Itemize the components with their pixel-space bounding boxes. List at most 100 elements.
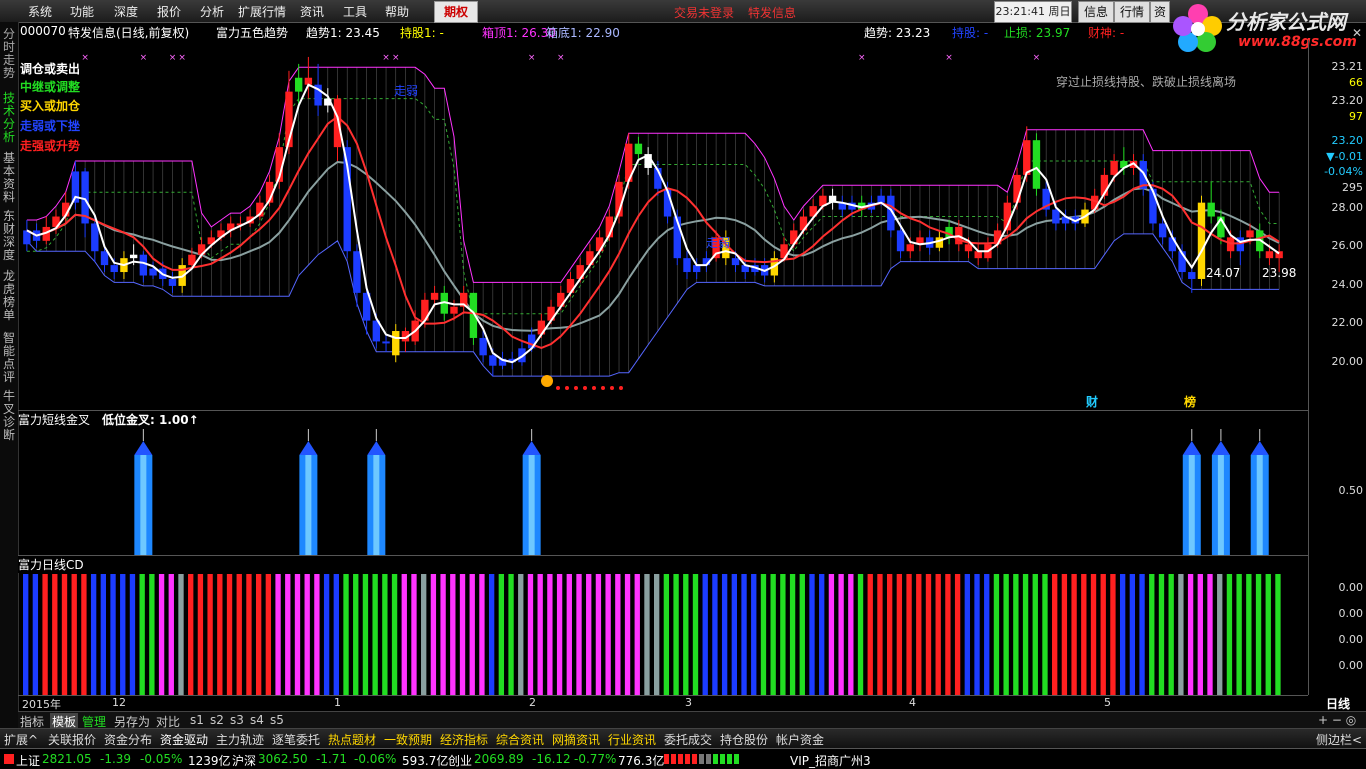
finance-marker[interactable]: 财 <box>1086 393 1098 410</box>
func-related-quotes[interactable]: 关联报价 <box>48 731 96 748</box>
cd-bar <box>479 574 485 696</box>
cd-bar <box>712 574 718 696</box>
cross-marker: × <box>169 53 177 63</box>
cross-marker: × <box>528 53 536 63</box>
cd-bar <box>780 574 786 696</box>
sidebar-tab-intraday[interactable]: 分时走势 <box>1 28 17 80</box>
sidebar-toggle[interactable]: 侧边栏< <box>1316 731 1362 748</box>
candle-body <box>1013 174 1021 203</box>
golden-cross-arrow <box>1250 441 1269 455</box>
func-positions[interactable]: 持仓股份 <box>720 731 768 748</box>
func-main-track[interactable]: 主力轨迹 <box>216 731 264 748</box>
tab-s2[interactable]: s2 <box>210 713 224 727</box>
cy-label[interactable]: 创业 <box>448 752 472 769</box>
candle-body <box>382 341 390 344</box>
indicator-name[interactable]: 富力五色趋势 <box>216 24 288 41</box>
golden-cross-arrow <box>1182 441 1201 455</box>
func-account-funds[interactable]: 帐户资金 <box>776 731 824 748</box>
price-tag-23: 23.98 <box>1262 266 1297 280</box>
main-price-chart[interactable]: × × × × × × × × × × × 调仓或卖出 中继或调整 买入或加仓 走弱或下挫 走强或升… <box>18 40 1308 410</box>
func-order-tick[interactable]: 逐笔委托 <box>272 731 320 748</box>
cd-bar <box>751 574 757 696</box>
func-industry-news[interactable]: 行业资讯 <box>608 731 656 748</box>
short-golden-cross-panel[interactable]: 富力短线金叉 低位金叉: 1.00↑ <box>18 410 1308 556</box>
trade-login-notice[interactable]: 交易未登录 <box>674 4 734 21</box>
candle-body <box>1168 237 1177 252</box>
candle-body <box>1052 209 1060 224</box>
cd-bar <box>314 574 320 696</box>
golden-cross-svg[interactable] <box>18 411 1308 556</box>
cy-amount: 776.3亿 <box>618 754 665 768</box>
sidebar-tab-fundamentals[interactable]: 基本资料 <box>1 152 17 204</box>
sub2-title[interactable]: 富力日线CD <box>18 556 84 573</box>
tab-s4[interactable]: s4 <box>250 713 264 727</box>
func-consensus[interactable]: 一致预期 <box>384 731 432 748</box>
sh-index-square-icon <box>4 754 14 764</box>
tab-s5[interactable]: s5 <box>270 713 284 727</box>
close-icon[interactable]: ✕ <box>1352 26 1362 40</box>
time-axis: 2015年 12 1 2 3 4 5 <box>18 695 1308 712</box>
ranking-marker[interactable]: 榜 <box>1184 393 1196 410</box>
tab-s3[interactable]: s3 <box>230 713 244 727</box>
func-expand[interactable]: 扩展^ <box>4 731 38 748</box>
daily-cd-svg[interactable] <box>18 556 1308 696</box>
golden-cross-bar <box>367 429 386 555</box>
menu-item-depth[interactable]: 深度 <box>114 3 138 20</box>
box-bottom-line <box>26 233 1280 377</box>
zoom-controls[interactable]: + − ◎ <box>1318 713 1356 727</box>
cd-bar <box>984 574 990 696</box>
axis-tick-20: 20.00 <box>1331 355 1364 368</box>
tab-s1[interactable]: s1 <box>190 713 204 727</box>
func-economic-indicators[interactable]: 经济指标 <box>440 731 488 748</box>
menu-item-analysis[interactable]: 分析 <box>200 3 224 20</box>
golden-cross-bar-highlight <box>1188 455 1195 555</box>
cd-bar <box>129 574 136 696</box>
menu-item-system[interactable]: 系统 <box>28 3 52 20</box>
cd-bar <box>333 574 339 696</box>
cd-bar <box>615 574 621 696</box>
cd-bar <box>32 574 39 696</box>
func-general-news[interactable]: 综合资讯 <box>496 731 544 748</box>
cd-bar <box>595 574 602 696</box>
func-capital-distribution[interactable]: 资金分布 <box>104 731 152 748</box>
cd-bar <box>236 574 242 696</box>
cd-bar <box>178 574 184 696</box>
sidebar-tab-dragon-tiger[interactable]: 龙虎榜单 <box>1 270 17 322</box>
menu-item-function[interactable]: 功能 <box>70 3 94 20</box>
menu-item-news[interactable]: 资讯 <box>300 3 324 20</box>
broker-server[interactable]: VIP_招商广州3 <box>790 752 871 769</box>
cd-bar <box>1207 574 1213 696</box>
menu-item-quote[interactable]: 报价 <box>157 3 181 20</box>
period-label[interactable]: 日线 <box>1326 695 1350 712</box>
cd-bar <box>1061 574 1068 696</box>
menu-item-extended-market[interactable]: 扩展行情 <box>238 3 286 20</box>
menu-item-help[interactable]: 帮助 <box>385 3 409 20</box>
func-capital-drive[interactable]: 资金驱动 <box>160 731 208 748</box>
sidebar-tab-technical[interactable]: 技术分析 <box>1 92 17 144</box>
func-orders[interactable]: 委托成交 <box>664 731 712 748</box>
option-tab[interactable]: 期权 <box>434 1 478 23</box>
menu-item-tools[interactable]: 工具 <box>343 3 367 20</box>
sub1-title[interactable]: 富力短线金叉 <box>18 411 90 428</box>
hs-label[interactable]: 沪深 <box>232 752 256 769</box>
cd-bar <box>527 574 534 696</box>
sh-label[interactable]: 上证 <box>16 752 40 769</box>
sidebar-tab-eastmoney-depth[interactable]: 东财深度 <box>1 210 17 262</box>
candlestick-svg[interactable]: × × × × × × × × × × × <box>18 40 1308 410</box>
sidebar-tab-smart-review[interactable]: 智能点评 <box>1 332 17 384</box>
func-hot-topics[interactable]: 热点题材 <box>328 731 376 748</box>
buy-dot <box>619 386 623 390</box>
market-button[interactable]: 行情 <box>1114 1 1150 23</box>
sh-amount: 1239亿 <box>188 754 231 768</box>
candle-body <box>139 254 148 276</box>
news-button[interactable]: 资 <box>1150 1 1170 23</box>
func-digest-news[interactable]: 网摘资讯 <box>552 731 600 748</box>
daily-cd-panel[interactable]: 富力日线CD <box>18 555 1308 696</box>
cross-marker: × <box>81 53 89 63</box>
sidebar-tab-bull-diagnosis[interactable]: 牛叉诊断 <box>1 390 17 442</box>
cd-bar <box>537 574 543 696</box>
legend-buy: 买入或加仓 <box>20 99 81 113</box>
info-button[interactable]: 信息 <box>1078 1 1114 23</box>
legend-relay: 中继或调整 <box>20 80 81 94</box>
cd-bar <box>90 574 97 696</box>
